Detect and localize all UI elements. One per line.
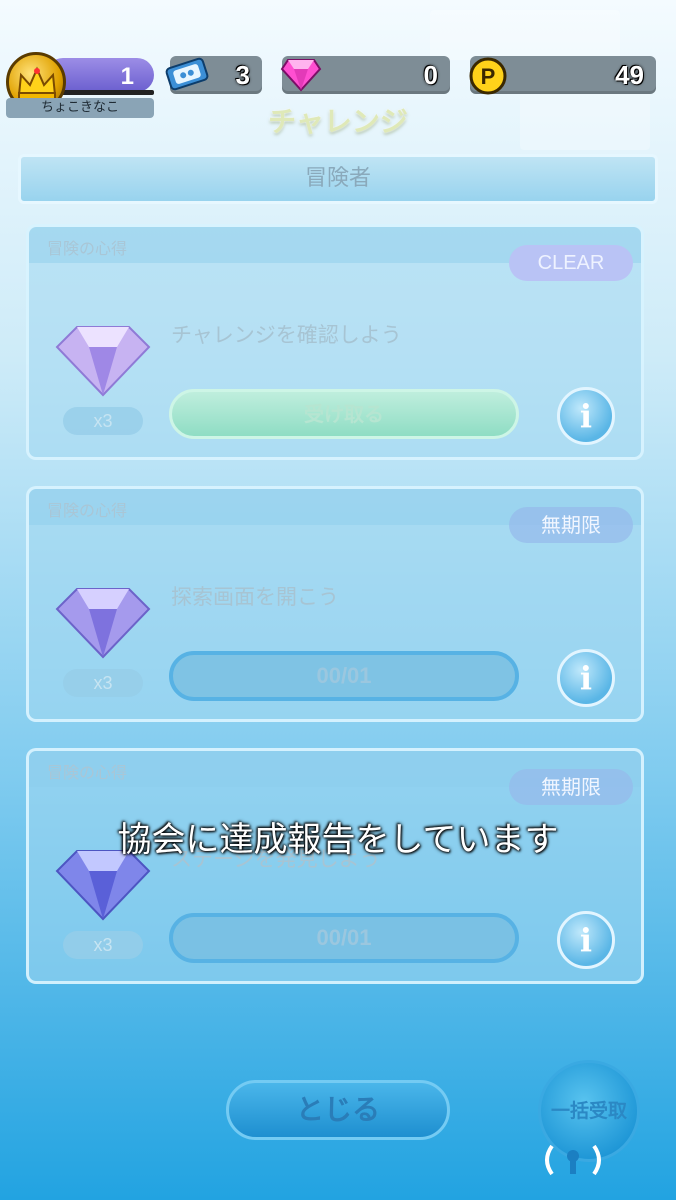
tab-adventurer[interactable]: 冒険者: [18, 154, 658, 204]
ticket-count: 3: [235, 60, 250, 90]
loading-message: 協会に達成報告をしています: [117, 820, 559, 860]
close-button[interactable]: とじる: [226, 1080, 450, 1140]
gem-count: 0: [423, 60, 438, 90]
progress-bar: 00/01: [169, 913, 519, 963]
point-count: 49: [615, 60, 644, 90]
reward-quantity: x3: [63, 669, 143, 697]
status-badge: CLEAR: [509, 245, 633, 281]
info-icon[interactable]: i: [557, 387, 615, 445]
diamond-icon: [55, 583, 151, 663]
info-icon[interactable]: i: [557, 649, 615, 707]
background-panel: [430, 10, 620, 60]
tab-label: 冒険者: [304, 166, 371, 191]
card-category: 冒険の心得: [47, 239, 128, 258]
svg-text:P: P: [481, 64, 496, 89]
signal-icon: [540, 1140, 606, 1180]
p-coin-icon: P: [468, 56, 508, 100]
card-category: 冒険の心得: [47, 763, 128, 782]
diamond-icon: [55, 321, 151, 401]
gem-icon: [280, 56, 322, 96]
card-category: 冒険の心得: [47, 501, 128, 520]
reward-quantity: x3: [63, 931, 143, 959]
point-counter[interactable]: P 49: [469, 56, 656, 95]
gem-counter[interactable]: 0: [280, 56, 450, 96]
ticket-icon: [164, 54, 210, 98]
status-badge: 無期限: [509, 507, 633, 543]
reward-quantity: x3: [63, 407, 143, 435]
claim-button[interactable]: 受け取る: [169, 389, 519, 439]
challenge-card: 冒険の心得 無期限 探索画面を開こう 00/01 x3 i: [26, 486, 644, 722]
xp-bar: [54, 90, 154, 95]
progress-bar: 00/01: [169, 651, 519, 701]
ticket-counter[interactable]: 3: [165, 56, 262, 94]
status-badge: 無期限: [509, 769, 633, 805]
challenge-card: 冒険の心得 無期限 ステージを発見しよう 00/01 x3 i: [26, 748, 644, 984]
page-title: チャレンジ: [268, 105, 408, 138]
player-level: 1: [120, 63, 134, 90]
task-text: チャレンジを確認しよう: [171, 323, 402, 347]
info-icon[interactable]: i: [557, 911, 615, 969]
task-text: 探索画面を開こう: [171, 585, 339, 609]
challenge-card: 冒険の心得 CLEAR チャレンジを確認しよう 受け取る x3 i: [26, 224, 644, 460]
